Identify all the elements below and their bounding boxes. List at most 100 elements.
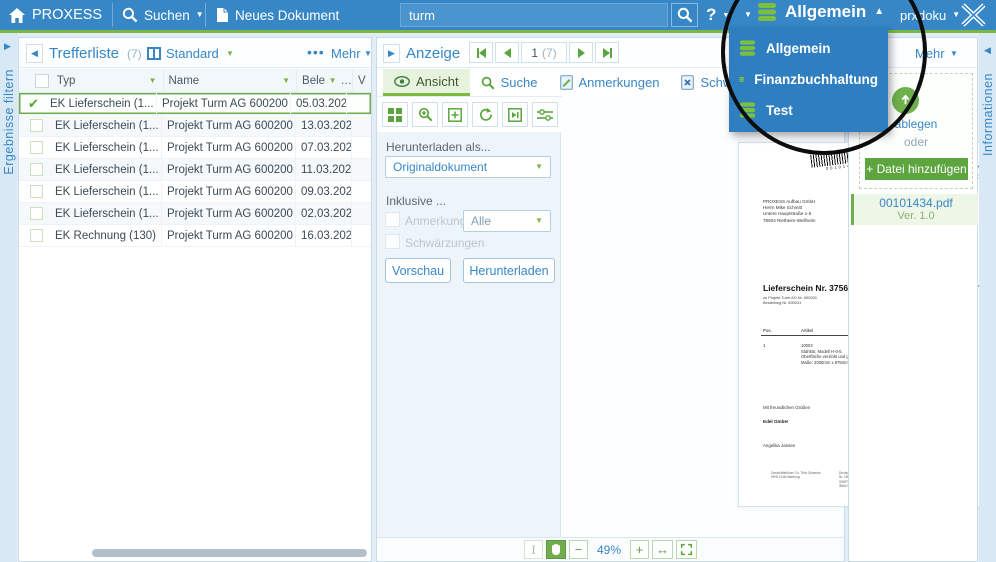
page-navigation: 1 (7) [469, 42, 619, 63]
chevron-down-icon: ▼ [195, 10, 204, 19]
rotate-button[interactable] [472, 102, 498, 127]
row-checkbox[interactable] [30, 185, 43, 198]
info-strip-label[interactable]: Informationen [981, 73, 995, 156]
cell-name: Projekt Turm AG 600200 [157, 92, 291, 115]
table-row[interactable]: EK Lieferschein (1... Projekt Turm AG 60… [19, 202, 371, 225]
download-as-label: Herunterladen als... [386, 140, 491, 154]
cell-extra [352, 159, 370, 181]
search-menu-button[interactable]: Suchen ▼ [122, 0, 204, 30]
view-selector[interactable]: Standard [166, 46, 219, 61]
last-page-button[interactable] [595, 42, 619, 63]
search-submit-button[interactable] [671, 3, 698, 27]
tab-ansicht[interactable]: Ansicht [383, 69, 470, 96]
sort-icon[interactable]: ▼ [329, 76, 337, 85]
row-checkbox[interactable] [30, 141, 43, 154]
horizontal-scrollbar[interactable] [92, 549, 367, 557]
chevron-down-icon[interactable]: ▼ [226, 50, 234, 58]
help-button[interactable]: ? ▼ [706, 0, 729, 30]
row-checkbox[interactable] [30, 163, 43, 176]
row-checkbox[interactable] [30, 207, 43, 220]
zoom-area-button[interactable] [412, 102, 438, 127]
annotations-checkbox[interactable] [385, 212, 400, 227]
preview-button[interactable]: Vorschau [385, 258, 451, 283]
annotations-scope-select[interactable]: Alle ▼ [463, 210, 551, 232]
fit-page-button[interactable] [676, 540, 698, 559]
tab-suche[interactable]: Suche [470, 69, 549, 96]
database-menu-item-label: Test [766, 103, 793, 118]
cell-date: 02.03.2020 [296, 202, 352, 225]
right-collapse-strip[interactable]: ◀ Informationen [979, 33, 996, 562]
inclusive-label: Inklusive ... [386, 194, 447, 208]
column-header-name[interactable]: Name ▼ [164, 68, 298, 93]
chevron-down-icon[interactable]: ▼ [364, 50, 372, 58]
sliders-icon [537, 108, 553, 121]
file-more-button[interactable]: Mehr [915, 46, 945, 61]
zoom-in-button[interactable]: + [630, 540, 650, 559]
expand-right-icon[interactable]: ▶ [4, 41, 11, 52]
cell-name: Projekt Turm AG 600200 [162, 136, 296, 159]
filter-strip-label[interactable]: Ergebnisse filtern [2, 69, 16, 175]
cell-typ: EK Lieferschein (1... [50, 136, 162, 159]
redactions-checkbox[interactable] [385, 234, 400, 249]
display-settings-button[interactable] [532, 102, 558, 127]
new-document-label: Neues Dokument [235, 7, 340, 23]
download-format-select[interactable]: Originaldokument ▼ [385, 156, 551, 178]
database-icon [739, 40, 756, 56]
database-menu-item[interactable]: Test [729, 95, 888, 126]
file-name: 00101434.pdf [879, 196, 953, 210]
table-row[interactable]: EK Lieferschein (1... Projekt Turm AG 60… [19, 158, 371, 181]
doc-col-pos: Pos. [763, 328, 772, 333]
goto-page-button[interactable] [502, 102, 528, 127]
row-checkbox[interactable] [30, 119, 43, 132]
new-document-button[interactable]: Neues Dokument [216, 0, 339, 30]
chevron-down-icon[interactable]: ▼ [950, 50, 958, 58]
download-action-button[interactable]: Herunterladen [463, 258, 555, 283]
text-select-button[interactable]: I [523, 540, 543, 559]
pan-hand-button[interactable] [545, 540, 566, 559]
collapse-left-icon[interactable]: ◀ [984, 45, 991, 56]
layout-columns-icon [147, 47, 161, 60]
database-menu-item[interactable]: Allgemein [729, 33, 888, 64]
left-collapse-strip[interactable]: ▶ Ergebnisse filtern [0, 33, 17, 562]
zoom-out-button[interactable]: − [568, 540, 588, 559]
cell-name: Projekt Turm AG 600200 [162, 224, 296, 247]
database-dropdown-menu: Allgemein Finanzbuchhaltung Test [729, 27, 888, 132]
viewer-zoom-bar: I − 49% + ↔ [377, 537, 844, 561]
expand-right-icon[interactable]: ▶ [383, 44, 400, 63]
doc-signature-company: Edel GmbH [763, 419, 788, 424]
grid-view-button[interactable] [382, 102, 408, 127]
tab-anmerkungen[interactable]: Anmerkungen [549, 69, 671, 96]
fit-width-button[interactable]: ↔ [652, 540, 674, 559]
results-more-button[interactable]: Mehr [331, 46, 361, 61]
first-page-button[interactable] [469, 42, 493, 63]
sort-icon[interactable]: ▼ [282, 76, 290, 85]
table-row[interactable]: EK Lieferschein (1... Projekt Turm AG 60… [19, 136, 371, 159]
user-menu-button[interactable]: prxdoku ▼ [900, 0, 960, 30]
viewer-title: Anzeige [406, 45, 461, 62]
global-search-input[interactable] [400, 3, 668, 27]
results-panel: ◀ Trefferliste (7) Standard ▼ ••• Mehr ▼… [18, 37, 372, 562]
column-header-typ[interactable]: Typ ▼ [52, 68, 164, 93]
column-header-date[interactable]: Belegdatum▼… [297, 68, 354, 93]
database-selector[interactable]: Allgemein ▲ [757, 2, 884, 22]
table-row[interactable]: EK Lieferschein (1... Projekt Turm AG 60… [19, 180, 371, 203]
add-file-button[interactable]: + Datei hinzufügen [865, 158, 968, 180]
zoom-in-icon [418, 107, 432, 122]
database-menu-item[interactable]: Finanzbuchhaltung [729, 64, 888, 95]
file-list-item[interactable]: 00101434.pdf Ver. 1.0 [851, 194, 978, 225]
collapse-left-icon[interactable]: ◀ [26, 44, 43, 63]
cell-typ: EK Lieferschein (1... [50, 180, 162, 203]
add-annotation-button[interactable] [442, 102, 468, 127]
row-checkbox[interactable] [30, 229, 43, 242]
next-page-button[interactable] [569, 42, 593, 63]
home-button[interactable]: PROXESS [8, 0, 102, 30]
table-row[interactable]: EK Lieferschein (1... Projekt Turm AG 60… [19, 114, 371, 137]
select-all-checkbox[interactable] [35, 73, 49, 88]
table-row[interactable]: EK Rechnung (130) Projekt Turm AG 600200… [19, 224, 371, 247]
previous-page-button[interactable] [495, 42, 519, 63]
doc-closing: Mit freundlichen Grüßen [763, 405, 811, 410]
table-row[interactable]: ✔ EK Lieferschein (1... Projekt Turm AG … [19, 92, 371, 115]
column-header-extra[interactable]: V [353, 69, 371, 93]
cell-name: Projekt Turm AG 600200 [162, 114, 296, 137]
sort-icon[interactable]: ▼ [149, 76, 157, 85]
